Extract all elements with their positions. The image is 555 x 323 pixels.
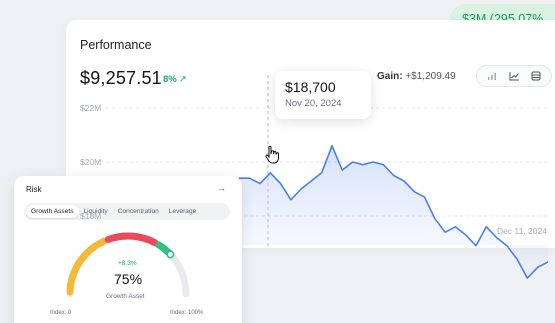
x-tick-label: Dec 11, 2024 — [497, 226, 547, 236]
hand-cursor-icon — [265, 145, 279, 164]
gauge-delta: +8.3% — [118, 260, 137, 267]
tooltip-value: $18,700 — [285, 79, 336, 95]
y-tick-label: $22M — [80, 103, 102, 113]
gauge-label: Growth Asset — [106, 293, 145, 300]
gauge-value: 75% — [114, 271, 143, 287]
gauge-segment-mid — [104, 232, 159, 247]
gauge-max-label: Index: 100% — [170, 310, 204, 316]
risk-card: Risk → Growth Assets Liquidity Concentra… — [14, 176, 242, 323]
gauge-indicator-knob — [166, 250, 175, 259]
y-tick-label: $18M — [80, 211, 102, 221]
gauge-min-label: Index: 0 — [50, 310, 72, 316]
gauge-segment-low — [66, 237, 107, 296]
y-tick-label: $20M — [80, 157, 102, 167]
chart-area-fill — [188, 145, 548, 279]
chart-tooltip: $18,700 Nov 20, 2024 — [275, 71, 371, 119]
tooltip-date: Nov 20, 2024 — [285, 98, 342, 109]
risk-gauge — [66, 232, 190, 298]
